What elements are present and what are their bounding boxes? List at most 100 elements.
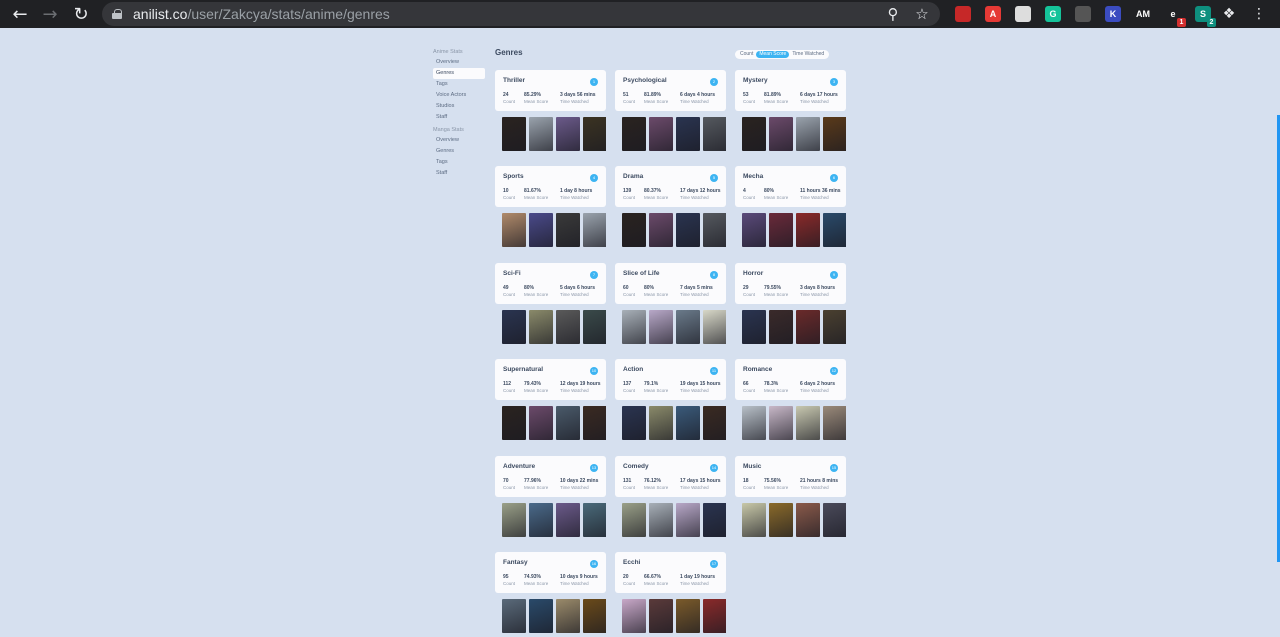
anime-cover-image[interactable] <box>502 117 526 151</box>
anime-cover-image[interactable] <box>529 503 553 537</box>
bookmark-star-icon[interactable]: ☆ <box>913 5 931 23</box>
genre-card[interactable]: Thriller 1 24 Count 85.29% Mean Score 3 days 5… <box>495 70 606 156</box>
anime-cover-image[interactable] <box>556 503 580 537</box>
anime-cover-image[interactable] <box>796 213 820 247</box>
genre-card[interactable]: Fantasy 16 95 Count 74.93% Mean Score 10 days … <box>495 552 606 637</box>
anime-cover-image[interactable] <box>502 503 526 537</box>
anime-cover-image[interactable] <box>796 117 820 151</box>
genre-name[interactable]: Slice of Life <box>623 270 659 277</box>
anime-cover-image[interactable] <box>649 406 673 440</box>
anime-cover-image[interactable] <box>622 213 646 247</box>
genre-card[interactable]: Psychological 2 51 Count 81.89% Mean Score 6 d… <box>615 70 726 156</box>
anime-cover-image[interactable] <box>502 406 526 440</box>
address-bar[interactable]: anilist.co/user/Zakcya/stats/anime/genre… <box>102 2 940 26</box>
genre-card[interactable]: Sports 4 10 Count 81.67% Mean Score 1 day 8 ho… <box>495 166 606 252</box>
genre-card[interactable]: Action 11 137 Count 79.1% Mean Score 19 days 1… <box>615 359 726 445</box>
genre-name[interactable]: Adventure <box>503 463 535 470</box>
sidebar-item-manga-genres[interactable]: Genres <box>433 146 485 157</box>
sidebar-item-anime-tags[interactable]: Tags <box>433 79 485 90</box>
anime-cover-image[interactable] <box>529 406 553 440</box>
anime-cover-image[interactable] <box>823 503 846 537</box>
genre-card[interactable]: Adventure 13 70 Count 77.96% Mean Score 10 day… <box>495 456 606 542</box>
anime-cover-image[interactable] <box>742 503 766 537</box>
genre-name[interactable]: Sci-Fi <box>503 270 521 277</box>
zip-ext-icon[interactable] <box>1015 6 1031 22</box>
anime-cover-image[interactable] <box>556 310 580 344</box>
anime-cover-image[interactable] <box>529 310 553 344</box>
sidebar-item-anime-overview[interactable]: Overview <box>433 57 485 68</box>
genre-name[interactable]: Music <box>743 463 761 470</box>
acrobat-ext-icon[interactable]: A <box>985 6 1001 22</box>
lock-icon[interactable] <box>112 9 122 19</box>
anime-cover-image[interactable] <box>502 599 526 633</box>
genre-name[interactable]: Thriller <box>503 77 525 84</box>
genre-card[interactable]: Drama 5 139 Count 80.37% Mean Score 17 days 12… <box>615 166 726 252</box>
anime-cover-image[interactable] <box>769 117 793 151</box>
sidebar-item-anime-genres[interactable]: Genres <box>433 68 485 79</box>
sort-mean-score[interactable]: Mean Score <box>756 51 790 58</box>
sidebar-item-manga-staff[interactable]: Staff <box>433 168 485 179</box>
anime-cover-image[interactable] <box>796 310 820 344</box>
genre-name[interactable]: Horror <box>743 270 763 277</box>
genre-name[interactable]: Fantasy <box>503 559 528 566</box>
anime-cover-image[interactable] <box>703 310 726 344</box>
anime-cover-image[interactable] <box>769 213 793 247</box>
anime-cover-image[interactable] <box>556 117 580 151</box>
anime-cover-image[interactable] <box>556 213 580 247</box>
sidebar-item-anime-staff[interactable]: Staff <box>433 112 485 123</box>
genre-card[interactable]: Ecchi 17 20 Count 66.67% Mean Score 1 day 19 h… <box>615 552 726 637</box>
url-text[interactable]: anilist.co/user/Zakcya/stats/anime/genre… <box>133 6 390 22</box>
genre-card[interactable]: Sci-Fi 7 49 Count 80% Mean Score 5 days 6 hour… <box>495 263 606 349</box>
genre-name[interactable]: Action <box>623 366 643 373</box>
anime-cover-image[interactable] <box>529 599 553 633</box>
anime-cover-image[interactable] <box>622 406 646 440</box>
anime-cover-image[interactable] <box>676 310 700 344</box>
genre-name[interactable]: Sports <box>503 173 524 180</box>
anime-cover-image[interactable] <box>583 213 606 247</box>
anime-cover-image[interactable] <box>622 599 646 633</box>
sidebar-item-manga-overview[interactable]: Overview <box>433 135 485 146</box>
back-arrow-icon[interactable]: ← <box>5 0 35 28</box>
anime-cover-image[interactable] <box>676 599 700 633</box>
anime-cover-image[interactable] <box>823 310 846 344</box>
anime-cover-image[interactable] <box>769 310 793 344</box>
anime-cover-image[interactable] <box>676 503 700 537</box>
forward-arrow-icon[interactable]: → <box>35 0 65 28</box>
grammarly-ext-icon[interactable]: G <box>1045 6 1061 22</box>
anime-cover-image[interactable] <box>649 117 673 151</box>
extensions-puzzle-icon[interactable]: ❖ <box>1214 0 1244 28</box>
am-ext-icon[interactable]: AM <box>1135 6 1151 22</box>
s-ext-icon[interactable]: S2 <box>1195 6 1216 27</box>
genre-name[interactable]: Romance <box>743 366 772 373</box>
sort-time-watched[interactable]: Time Watched <box>789 51 827 58</box>
anime-cover-image[interactable] <box>742 117 766 151</box>
sort-count[interactable]: Count <box>737 51 756 58</box>
anime-cover-image[interactable] <box>823 117 846 151</box>
anime-cover-image[interactable] <box>769 406 793 440</box>
anime-cover-image[interactable] <box>649 310 673 344</box>
anime-cover-image[interactable] <box>823 406 846 440</box>
anime-cover-image[interactable] <box>583 406 606 440</box>
genre-card[interactable]: Horror 9 29 Count 79.55% Mean Score 3 days 8 h… <box>735 263 846 349</box>
genre-name[interactable]: Comedy <box>623 463 649 470</box>
anime-cover-image[interactable] <box>649 503 673 537</box>
genre-card[interactable]: Comedy 14 131 Count 76.12% Mean Score 17 days … <box>615 456 726 542</box>
genre-card[interactable]: Supernatural 10 112 Count 79.43% Mean Score 12… <box>495 359 606 445</box>
sidebar-item-anime-voice-actors[interactable]: Voice Actors <box>433 90 485 101</box>
anime-cover-image[interactable] <box>502 213 526 247</box>
anime-cover-image[interactable] <box>703 406 726 440</box>
genre-card[interactable]: Slice of Life 8 60 Count 80% Mean Score 7 days… <box>615 263 726 349</box>
anime-cover-image[interactable] <box>742 310 766 344</box>
anime-cover-image[interactable] <box>703 599 726 633</box>
anime-cover-image[interactable] <box>742 406 766 440</box>
zoom-search-icon[interactable]: ⚲ <box>884 5 902 23</box>
anime-cover-image[interactable] <box>703 503 726 537</box>
genre-card[interactable]: Music 15 18 Count 75.56% Mean Score 21 hours 8… <box>735 456 846 542</box>
anime-cover-image[interactable] <box>583 310 606 344</box>
anime-cover-image[interactable] <box>556 406 580 440</box>
anime-cover-image[interactable] <box>649 599 673 633</box>
anime-cover-image[interactable] <box>622 310 646 344</box>
anime-cover-image[interactable] <box>502 310 526 344</box>
browser-menu-icon[interactable]: ⋮ <box>1244 0 1274 28</box>
anime-cover-image[interactable] <box>742 213 766 247</box>
